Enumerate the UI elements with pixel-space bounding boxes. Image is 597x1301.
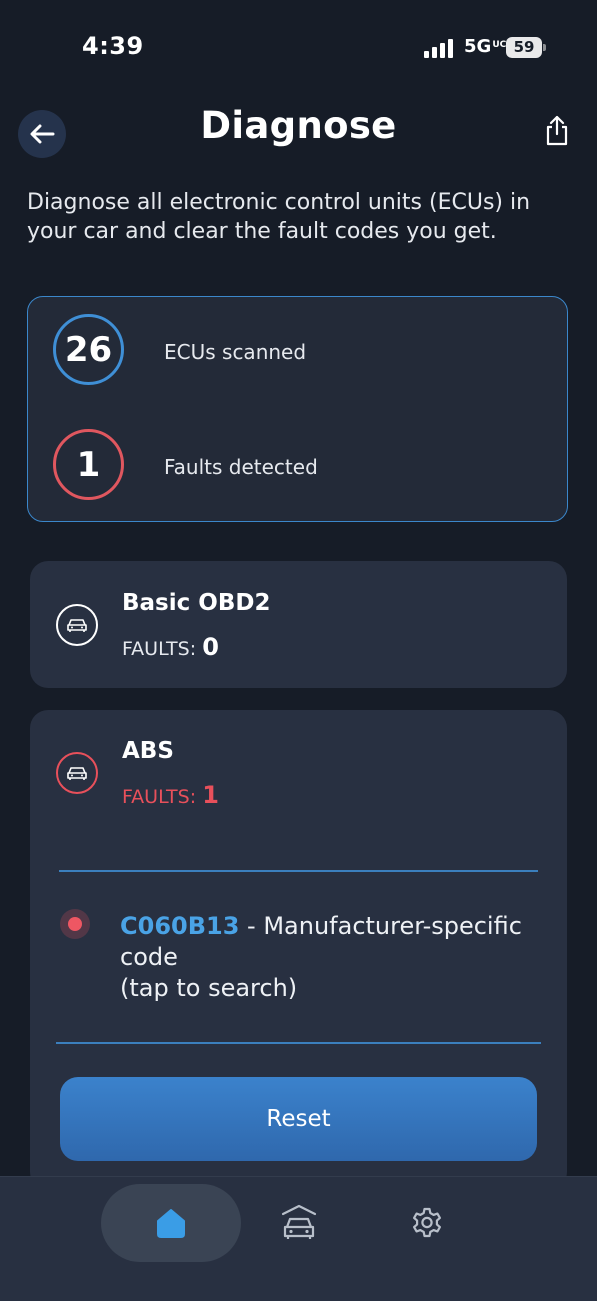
faults-detected-label: Faults detected <box>164 455 318 479</box>
reset-button[interactable]: Reset <box>60 1077 537 1161</box>
battery-indicator: 59 <box>506 37 542 58</box>
bottom-tab-bar <box>0 1176 597 1301</box>
gear-icon <box>413 1207 441 1238</box>
tab-home[interactable] <box>101 1184 241 1262</box>
ecu-card-basic-obd2[interactable]: Basic OBD2 FAULTS: 0 <box>30 561 567 688</box>
faults-count: 1 <box>202 781 219 809</box>
tab-settings[interactable] <box>388 1184 466 1262</box>
faults-label: FAULTS: <box>122 786 197 808</box>
status-time: 4:39 <box>82 32 144 60</box>
ecu-faults: FAULTS: 0 <box>122 633 219 661</box>
faults-label: FAULTS: <box>122 638 197 660</box>
ecu-name: Basic OBD2 <box>122 590 271 616</box>
car-icon <box>67 619 87 632</box>
battery-terminal <box>543 44 546 51</box>
ecus-scanned-count: 26 <box>53 314 124 385</box>
faults-count: 0 <box>202 633 219 661</box>
car-icon <box>67 767 87 780</box>
page-title: Diagnose <box>200 104 397 147</box>
scan-summary-card: 26 ECUs scanned 1 Faults detected <box>27 296 568 522</box>
divider <box>59 870 538 872</box>
cellular-signal-icon <box>424 38 456 58</box>
home-icon <box>157 1209 185 1238</box>
share-button[interactable] <box>540 112 574 148</box>
ecu-name: ABS <box>122 738 174 764</box>
fault-indicator-dot <box>60 909 90 939</box>
intro-text: Diagnose all electronic control units (E… <box>27 190 531 244</box>
divider <box>56 1042 541 1044</box>
car-garage-icon <box>281 1204 317 1239</box>
ecu-status-icon <box>56 604 98 646</box>
fault-code: C060B13 <box>120 912 240 940</box>
faults-detected-count: 1 <box>53 429 124 500</box>
network-type: 5GUC <box>464 36 506 57</box>
tab-vehicle[interactable] <box>260 1184 338 1262</box>
ecu-faults: FAULTS: 1 <box>122 781 219 809</box>
ecu-status-icon <box>56 752 98 794</box>
share-icon <box>546 115 568 146</box>
ecus-scanned-label: ECUs scanned <box>164 340 307 364</box>
network-suffix: UC <box>492 40 507 50</box>
fault-code-item[interactable]: C060B13 - Manufacturer-specific code (ta… <box>120 911 540 1004</box>
fault-search-hint: (tap to search) <box>120 974 298 1002</box>
network-label: 5G <box>464 36 492 57</box>
